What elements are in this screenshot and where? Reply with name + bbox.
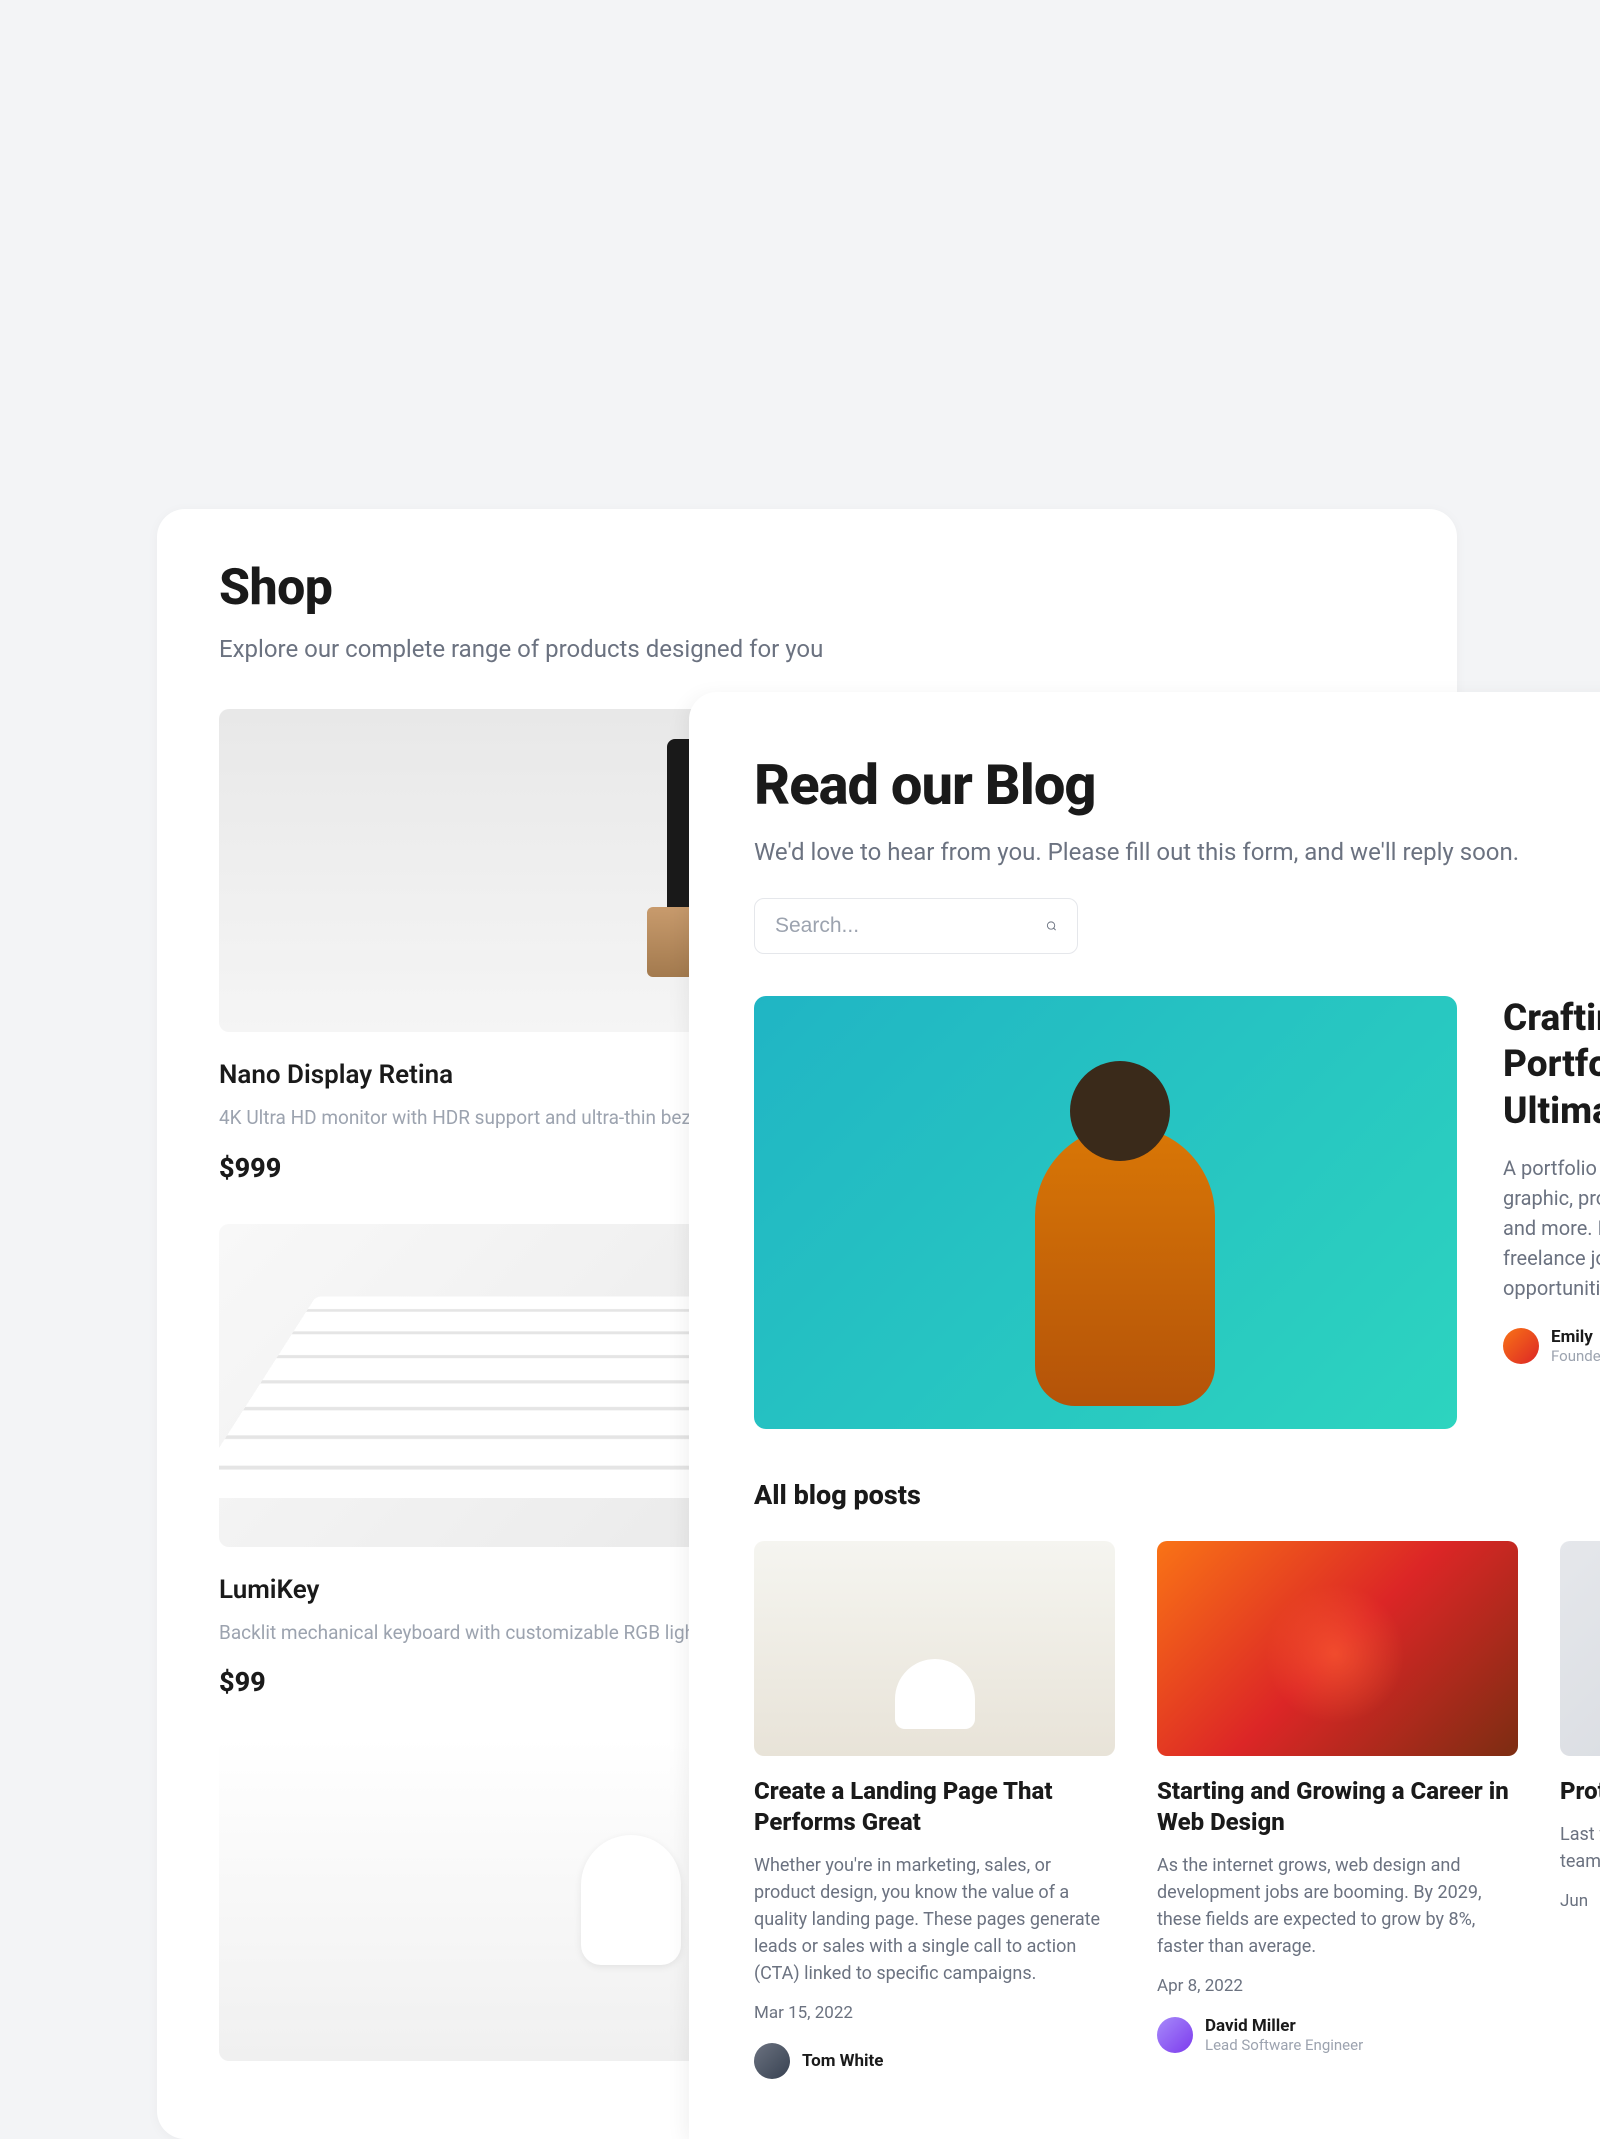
post-description: Whether you're in marketing, sales, or p…: [754, 1852, 1115, 1987]
author-info: Tom White: [802, 2051, 883, 2071]
blog-subtitle: We'd love to hear from you. Please fill …: [754, 838, 1600, 866]
post-item[interactable]: Prototyping Tools Last week, two decades…: [1560, 1541, 1600, 2079]
post-item[interactable]: Create a Landing Page That Performs Grea…: [754, 1541, 1115, 2079]
all-posts-title: All blog posts: [754, 1479, 1600, 1511]
post-description: Last week, two decades of tech and desig…: [1560, 1821, 1600, 1875]
author-info: David Miller Lead Software Engineer: [1205, 2016, 1363, 2054]
post-title: Create a Landing Page That Performs Grea…: [754, 1776, 1115, 1838]
post-image: [1560, 1541, 1600, 1756]
author-name: Emily: [1551, 1327, 1600, 1347]
post-date: Jun: [1560, 1891, 1600, 1911]
author-name: David Miller: [1205, 2016, 1363, 2036]
post-item[interactable]: Starting and Growing a Career in Web Des…: [1157, 1541, 1518, 2079]
posts-row: Create a Landing Page That Performs Grea…: [754, 1541, 1600, 2079]
shop-subtitle: Explore our complete range of products d…: [219, 635, 1395, 663]
featured-title: Crafting a Design Portfolio: The Ultimat…: [1503, 996, 1600, 1135]
author-info: Emily Founder: [1551, 1327, 1600, 1365]
avatar: [1503, 1328, 1539, 1364]
avatar: [1157, 2017, 1193, 2053]
post-image: [1157, 1541, 1518, 1756]
author-name: Tom White: [802, 2051, 883, 2071]
blog-card: Read our Blog We'd love to hear from you…: [689, 692, 1600, 2139]
post-title: Starting and Growing a Career in Web Des…: [1157, 1776, 1518, 1838]
search-box[interactable]: [754, 898, 1078, 954]
avatar: [754, 2043, 790, 2079]
author-role: Founder: [1551, 1347, 1600, 1365]
shop-title: Shop: [219, 559, 1395, 617]
author-row: Tom White: [754, 2043, 1115, 2079]
post-title: Prototyping Tools: [1560, 1776, 1600, 1807]
post-date: Apr 8, 2022: [1157, 1976, 1518, 1996]
featured-description: A portfolio showcases work — in graphic,…: [1503, 1153, 1600, 1303]
author-role: Lead Software Engineer: [1205, 2036, 1363, 2054]
search-icon: [1046, 915, 1057, 937]
post-description: As the internet grows, web design and de…: [1157, 1852, 1518, 1960]
post-image: [754, 1541, 1115, 1756]
featured-image: [754, 996, 1457, 1429]
featured-content: Crafting a Design Portfolio: The Ultimat…: [1503, 996, 1600, 1429]
blog-title: Read our Blog: [754, 752, 1600, 818]
search-input[interactable]: [775, 914, 1046, 938]
author-row: Emily Founder: [1503, 1327, 1600, 1365]
featured-post[interactable]: Crafting a Design Portfolio: The Ultimat…: [754, 996, 1600, 1429]
post-date: Mar 15, 2022: [754, 2003, 1115, 2023]
author-row: David Miller Lead Software Engineer: [1157, 2016, 1518, 2054]
